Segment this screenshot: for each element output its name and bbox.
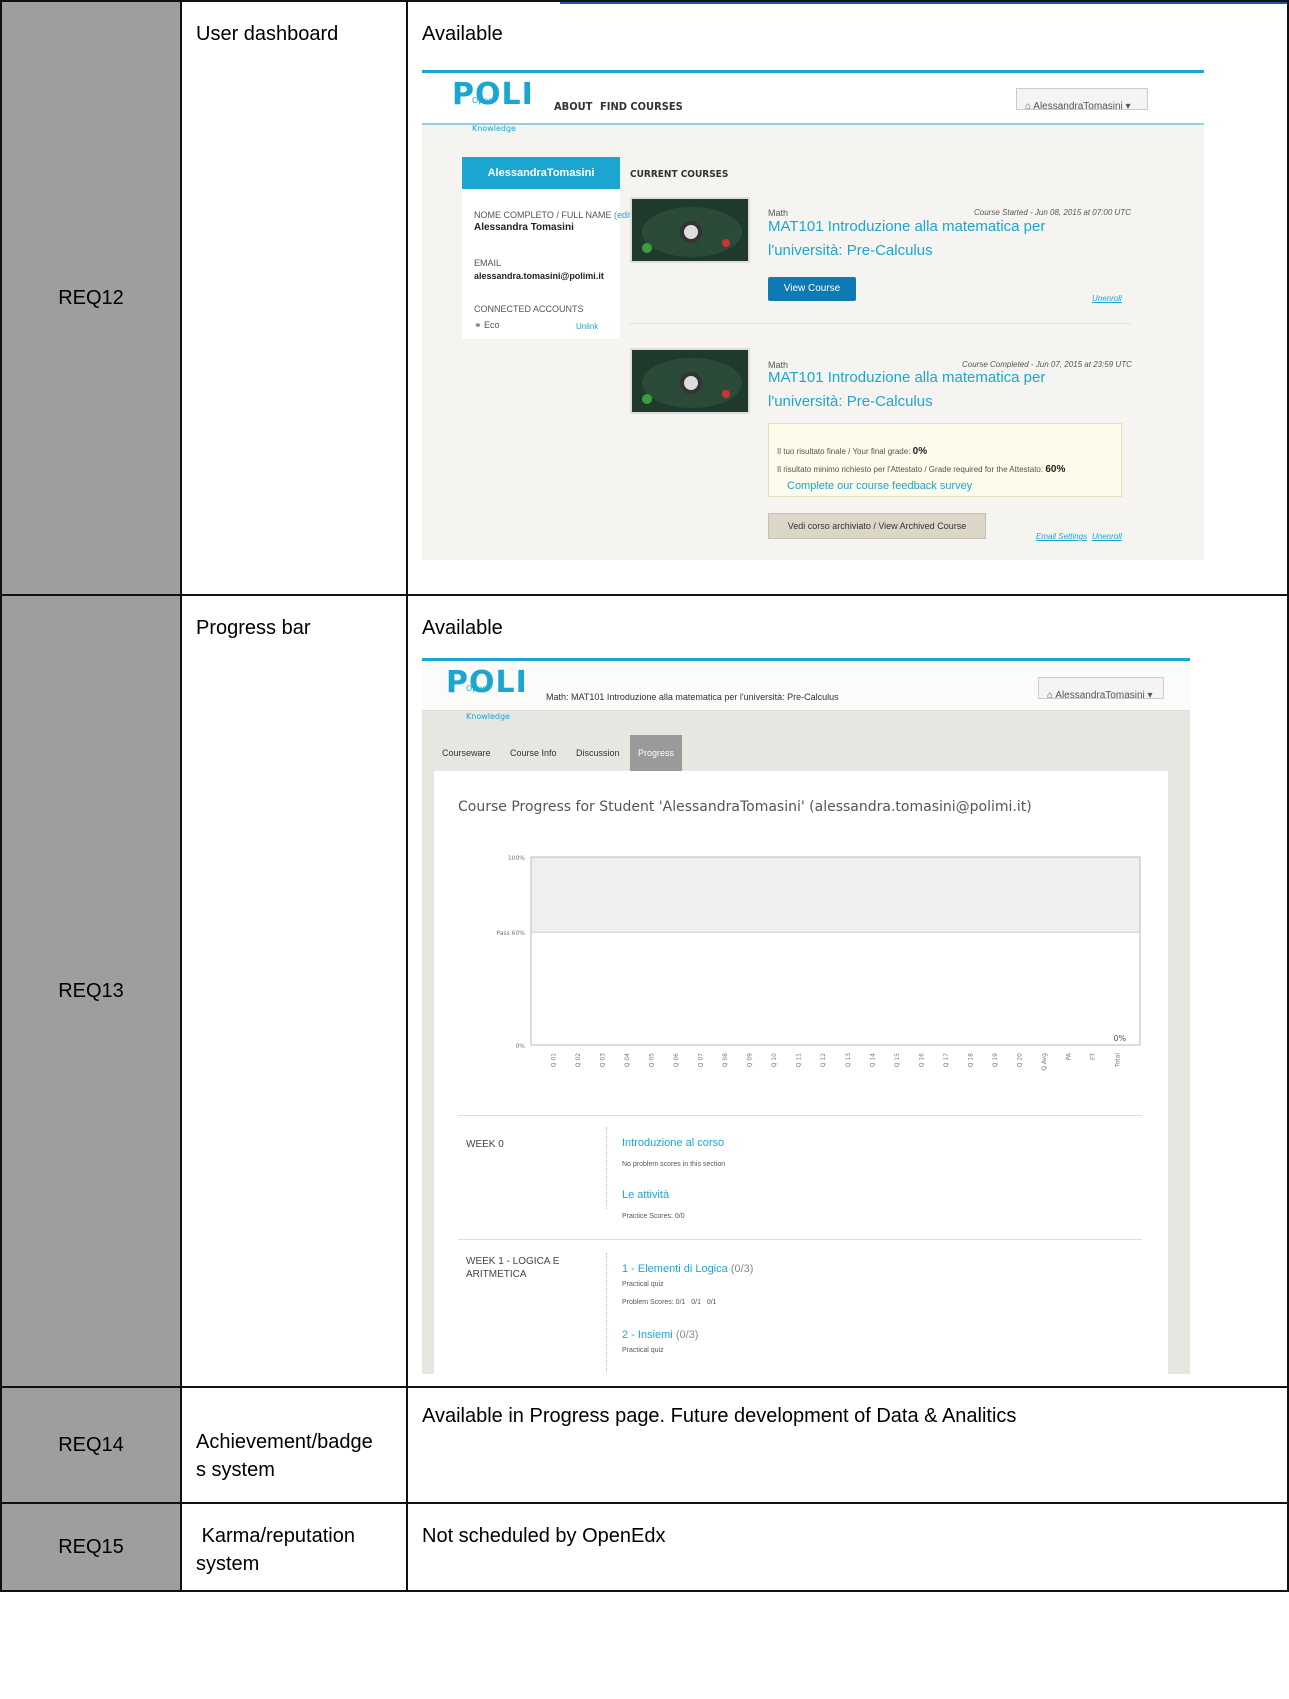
problem-scores: Problem Scores: 0/1 0/1 0/1 (622, 1299, 717, 1306)
tab-course-info[interactable]: Course Info (510, 739, 557, 767)
x-tick-label: Q 18 (967, 1053, 974, 1067)
req-id: REQ13 (0, 594, 182, 1388)
x-tick-label: Q 05 (648, 1053, 655, 1067)
survey-link[interactable]: Complete our course feedback survey (787, 472, 972, 500)
progress-heading: Course Progress for Student 'AlessandraT… (458, 799, 1032, 815)
unenroll-link[interactable]: Unenroll (1092, 285, 1122, 313)
current-courses-label: CURRENT COURSES (630, 169, 729, 180)
week-separator (606, 1127, 607, 1209)
user-menu-button[interactable]: ⌂ AlessandraTomasini ▾ (1038, 677, 1164, 701)
course-thumbnail[interactable] (630, 197, 750, 263)
course-thumbnail[interactable] (630, 348, 750, 414)
x-tick-label: Q 03 (599, 1053, 606, 1067)
status-text: Available (422, 617, 503, 639)
x-tick-label: Q 15 (894, 1053, 901, 1067)
x-tick-label: Q 12 (820, 1053, 827, 1067)
x-tick-label: PA (1066, 1052, 1073, 1060)
course-title[interactable]: MAT101 Introduzione alla matematica per l… (768, 215, 1045, 263)
data-label: 0% (1113, 1034, 1126, 1043)
x-tick-label: Q 01 (550, 1053, 557, 1067)
account-item: ⚭ Eco (474, 320, 500, 330)
status-text: Available (422, 23, 503, 45)
logo: POLI Open Knowledge (446, 665, 528, 722)
x-tick-label: Q 02 (575, 1053, 582, 1067)
feature-status: Available POLI Open Knowledge Math: MAT10… (406, 594, 1289, 1388)
section-score-text: Practice Scores: 0/0 (622, 1213, 685, 1220)
table-row: REQ14 Achievement/badge s system Availabl… (0, 1386, 1289, 1504)
y-tick-label: 0% (515, 1043, 525, 1050)
x-tick-label: Q 10 (771, 1053, 778, 1067)
section-score-text: No problem scores in this section (622, 1161, 726, 1168)
req-id: REQ14 (0, 1386, 182, 1504)
feature-name: Karma/reputation system (180, 1502, 408, 1592)
view-archived-course-button[interactable]: Vedi corso archiviato / View Archived Co… (768, 513, 986, 539)
divider (458, 1239, 1142, 1240)
x-tick-label: Q 14 (869, 1053, 876, 1067)
y-tick-label: Pass 60% (496, 930, 525, 937)
view-course-button[interactable]: View Course (768, 277, 856, 301)
link-icon: ⚭ (474, 320, 485, 330)
feature-name: User dashboard (180, 0, 408, 596)
feature-status: Available POLI Open Knowledge ABOUT FIND … (406, 0, 1289, 596)
feature-name: Progress bar (180, 594, 408, 1388)
divider (458, 1115, 1142, 1116)
table-row: REQ15 Karma/reputation system Not schedul… (0, 1502, 1289, 1592)
week-name: WEEK 0 (466, 1139, 504, 1150)
tab-courseware[interactable]: Courseware (442, 739, 491, 767)
divider (630, 323, 1130, 324)
progress-screenshot: POLI Open Knowledge Math: MAT101 Introduz… (422, 658, 1190, 1374)
section-type: Practical quiz (622, 1347, 664, 1354)
table-row: REQ13 Progress bar Available POLI Open Kn… (0, 594, 1289, 1388)
req-id: REQ15 (0, 1502, 182, 1592)
dashboard-screenshot: POLI Open Knowledge ABOUT FIND COURSES ⌂ … (422, 70, 1204, 560)
chart-above-pass-region (531, 857, 1140, 933)
x-tick-label: FT (1090, 1053, 1097, 1060)
feature-status: Available in Progress page. Future devel… (406, 1386, 1289, 1504)
user-menu-button[interactable]: ⌂ AlessandraTomasini ▾ (1016, 88, 1148, 112)
table-row: REQ12 User dashboard Available POLI Open … (0, 0, 1289, 596)
requirements-table: REQ12 User dashboard Available POLI Open … (0, 0, 1289, 1592)
x-tick-label: Q 19 (992, 1053, 999, 1067)
nav-find-courses[interactable]: FIND COURSES (600, 93, 683, 121)
email-settings-link[interactable]: Email Settings (1036, 523, 1087, 551)
x-tick-label: Q 13 (845, 1053, 852, 1067)
nav-about[interactable]: ABOUT (554, 93, 592, 121)
req-id: REQ12 (0, 0, 182, 596)
course-title[interactable]: MAT101 Introduzione alla matematica per l… (768, 366, 1045, 414)
x-tick-label: Q 20 (1017, 1053, 1024, 1067)
profile-card: AlessandraTomasini NOME COMPLETO / FULL … (462, 157, 635, 341)
x-tick-label: Q 17 (943, 1053, 950, 1067)
y-tick-label: 100% (508, 855, 525, 862)
progress-panel: Course Progress for Student 'AlessandraT… (434, 771, 1168, 1374)
x-tick-label: Q 06 (673, 1053, 680, 1067)
x-tick-label: Q 07 (698, 1053, 705, 1067)
progress-chart: 0% Pass 60% 100% Q 01 Q 02 Q 03 Q 04 Q 05 Q 06 Q … (496, 855, 1141, 1071)
unenroll-link[interactable]: Unenroll (1092, 523, 1122, 551)
feature-status: Not scheduled by OpenEdx (406, 1502, 1289, 1592)
x-tick-label: Q 08 (722, 1053, 729, 1067)
x-tick-label: Q 11 (796, 1053, 803, 1067)
week-name: WEEK 1 - LOGICA E ARITMETICA (466, 1256, 560, 1280)
grade-box: Il tuo risultato finale / Your final gra… (768, 423, 1122, 497)
email-value: alessandra.tomasini@polimi.it (474, 271, 604, 281)
course-title: Math: MAT101 Introduzione alla matematic… (546, 692, 839, 702)
x-tick-label: Total (1115, 1053, 1122, 1068)
x-tick-label: Q 16 (918, 1053, 925, 1067)
tab-discussion[interactable]: Discussion (576, 739, 620, 767)
full-name-value: Alessandra Tomasini (474, 222, 574, 233)
profile-name: AlessandraTomasini (462, 157, 620, 189)
x-tick-label: Q Avg (1041, 1053, 1048, 1071)
feature-name: Achievement/badge s system (180, 1386, 408, 1504)
unlink-link[interactable]: Unlink (576, 313, 598, 341)
chevron-down-icon: ▾ (1122, 101, 1131, 112)
chevron-down-icon: ▾ (1144, 690, 1153, 701)
logo: POLI Open Knowledge (452, 77, 534, 134)
tab-progress[interactable]: Progress (630, 735, 683, 771)
x-tick-label: Q 04 (624, 1053, 631, 1067)
week-separator (606, 1253, 607, 1374)
x-tick-label: Q 09 (747, 1053, 754, 1067)
